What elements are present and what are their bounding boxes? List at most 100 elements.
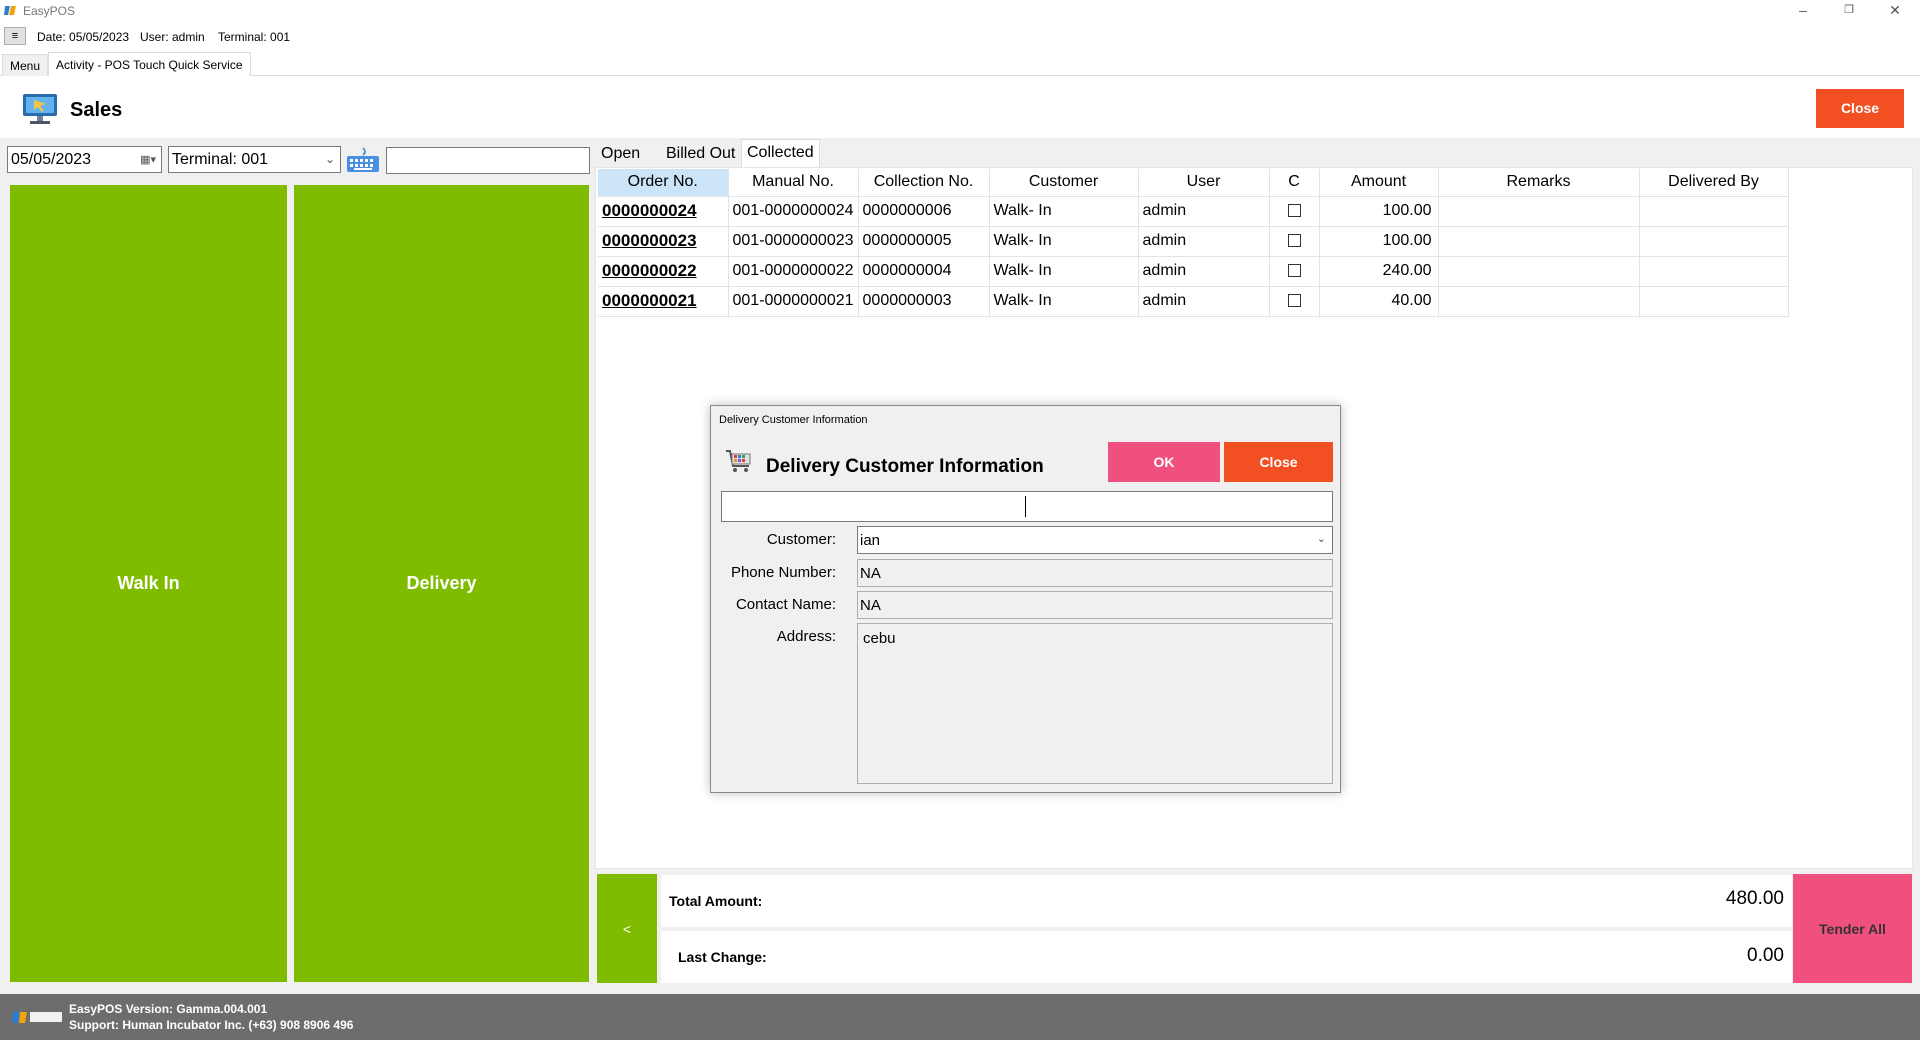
menu-toggle-button[interactable]: ≡ bbox=[4, 27, 26, 45]
customer-cell: Walk- In bbox=[989, 286, 1139, 317]
chevron-down-icon: ⌄ bbox=[324, 152, 335, 166]
calendar-dropdown-icon[interactable]: ▦▾ bbox=[140, 153, 156, 166]
app-title: EasyPOS bbox=[23, 4, 76, 18]
remarks-cell bbox=[1438, 256, 1640, 287]
table-header-row: Order No. Manual No. Collection No. Cust… bbox=[598, 169, 1789, 197]
date-value: 05/05/2023 bbox=[11, 151, 92, 168]
amount-cell: 100.00 bbox=[1319, 226, 1439, 257]
manual-no-cell: 001-0000000023 bbox=[728, 226, 859, 257]
table-row[interactable]: 0000000021 001-0000000021 0000000003 Wal… bbox=[598, 286, 1789, 317]
easypos-logo-icon bbox=[4, 6, 16, 15]
orders-table: Order No. Manual No. Collection No. Cust… bbox=[598, 169, 1789, 317]
column-header[interactable]: C bbox=[1269, 169, 1320, 197]
minimize-icon[interactable]: – bbox=[1780, 0, 1826, 22]
delivery-button[interactable]: Delivery bbox=[294, 185, 589, 982]
last-change-label: Last Change: bbox=[678, 949, 767, 965]
terminal-select[interactable]: Terminal: 001 ⌄ bbox=[168, 146, 341, 173]
user-cell: admin bbox=[1138, 226, 1270, 257]
phone-number-label: Phone Number: bbox=[730, 564, 836, 581]
date-picker[interactable]: 05/05/2023 ▦▾ bbox=[7, 146, 162, 173]
tab-billed-out[interactable]: Billed Out bbox=[661, 141, 740, 167]
remarks-cell bbox=[1438, 286, 1640, 317]
delivery-customer-dialog: Delivery Customer Information Delivery C… bbox=[710, 405, 1341, 793]
tab-strip: Menu Activity - POS Touch Quick Service bbox=[0, 52, 1920, 76]
collection-no-cell: 0000000006 bbox=[858, 196, 990, 227]
address-field[interactable]: cebu bbox=[857, 623, 1333, 784]
row-checkbox[interactable] bbox=[1287, 294, 1301, 308]
footer: EasyPOS Version: Gamma.004.001 Support: … bbox=[0, 994, 1920, 1040]
manual-no-cell: 001-0000000021 bbox=[728, 286, 859, 317]
manual-no-cell: 001-0000000022 bbox=[728, 256, 859, 287]
tab-open[interactable]: Open bbox=[596, 141, 645, 167]
checkbox-cell bbox=[1269, 286, 1320, 317]
table-row[interactable]: 0000000023 001-0000000023 0000000005 Wal… bbox=[598, 226, 1789, 257]
restore-icon[interactable]: ❐ bbox=[1826, 0, 1872, 22]
customer-cell: Walk- In bbox=[989, 196, 1139, 227]
back-button[interactable]: < bbox=[597, 874, 657, 983]
shopping-cart-icon bbox=[726, 450, 751, 472]
delivered-by-cell bbox=[1639, 196, 1789, 227]
tab-collected[interactable]: Collected bbox=[741, 139, 820, 167]
customer-value: ian bbox=[860, 532, 881, 549]
walk-in-button[interactable]: Walk In bbox=[10, 185, 287, 982]
total-amount-label: Total Amount: bbox=[669, 893, 763, 909]
dialog-close-button[interactable]: Close bbox=[1224, 442, 1333, 482]
customer-cell: Walk- In bbox=[989, 226, 1139, 257]
tab-activity[interactable]: Activity - POS Touch Quick Service bbox=[48, 52, 251, 76]
checkbox-cell bbox=[1269, 256, 1320, 287]
sales-monitor-icon bbox=[23, 94, 57, 124]
checkbox-cell bbox=[1269, 196, 1320, 227]
column-header[interactable]: Collection No. bbox=[858, 169, 990, 197]
text-caret bbox=[1025, 496, 1026, 517]
phone-number-field[interactable]: NA bbox=[857, 559, 1333, 587]
customer-label: Customer: bbox=[766, 531, 836, 548]
walk-in-label: Walk In bbox=[117, 573, 180, 593]
order-no-link[interactable]: 0000000024 bbox=[598, 196, 729, 227]
column-header[interactable]: Amount bbox=[1319, 169, 1439, 197]
remarks-cell bbox=[1438, 226, 1640, 257]
close-button[interactable]: Close bbox=[1816, 89, 1904, 128]
table-row[interactable]: 0000000024 001-0000000024 0000000006 Wal… bbox=[598, 196, 1789, 227]
keyboard-icon[interactable] bbox=[345, 145, 381, 175]
tab-menu[interactable]: Menu bbox=[2, 54, 49, 76]
amount-cell: 40.00 bbox=[1319, 286, 1439, 317]
order-no-link[interactable]: 0000000023 bbox=[598, 226, 729, 257]
order-no-link[interactable]: 0000000021 bbox=[598, 286, 729, 317]
column-header[interactable]: Customer bbox=[989, 169, 1139, 197]
search-input[interactable] bbox=[386, 147, 590, 174]
customer-search-input[interactable] bbox=[721, 491, 1333, 522]
total-amount-row: Total Amount: 480.00 bbox=[661, 875, 1792, 927]
dialog-caption: Delivery Customer Information bbox=[719, 414, 868, 426]
delivered-by-cell bbox=[1639, 286, 1789, 317]
customer-select[interactable]: ian ⌄ bbox=[857, 526, 1333, 554]
column-header[interactable]: Manual No. bbox=[728, 169, 859, 197]
row-checkbox[interactable] bbox=[1287, 204, 1301, 218]
ok-button[interactable]: OK bbox=[1108, 442, 1220, 482]
close-window-icon[interactable]: ✕ bbox=[1872, 0, 1918, 22]
row-checkbox[interactable] bbox=[1287, 264, 1301, 278]
amount-cell: 100.00 bbox=[1319, 196, 1439, 227]
user-info: User: admin bbox=[140, 30, 205, 44]
collection-no-cell: 0000000004 bbox=[858, 256, 990, 287]
tender-all-button[interactable]: Tender All bbox=[1793, 874, 1912, 983]
contact-name-field[interactable]: NA bbox=[857, 591, 1333, 619]
column-header[interactable]: Delivered By bbox=[1639, 169, 1789, 197]
collection-no-cell: 0000000003 bbox=[858, 286, 990, 317]
title-bar: EasyPOS – ❐ ✕ bbox=[0, 0, 1920, 22]
address-label: Address: bbox=[776, 628, 836, 645]
table-row[interactable]: 0000000022 001-0000000022 0000000004 Wal… bbox=[598, 256, 1789, 287]
order-no-link[interactable]: 0000000022 bbox=[598, 256, 729, 287]
human-incubator-logo-icon bbox=[12, 1012, 62, 1023]
dialog-title: Delivery Customer Information bbox=[766, 456, 1044, 477]
customer-cell: Walk- In bbox=[989, 256, 1139, 287]
column-header[interactable]: Order No. bbox=[598, 169, 729, 197]
delivered-by-cell bbox=[1639, 226, 1789, 257]
footer-support: Support: Human Incubator Inc. (+63) 908 … bbox=[69, 1018, 354, 1032]
row-checkbox[interactable] bbox=[1287, 234, 1301, 248]
column-header[interactable]: User bbox=[1138, 169, 1270, 197]
chevron-down-icon: ⌄ bbox=[1316, 533, 1326, 545]
footer-version: EasyPOS Version: Gamma.004.001 bbox=[69, 1002, 268, 1016]
last-change-row: Last Change: 0.00 bbox=[661, 931, 1792, 983]
last-change-value: 0.00 bbox=[1747, 945, 1784, 966]
column-header[interactable]: Remarks bbox=[1438, 169, 1640, 197]
